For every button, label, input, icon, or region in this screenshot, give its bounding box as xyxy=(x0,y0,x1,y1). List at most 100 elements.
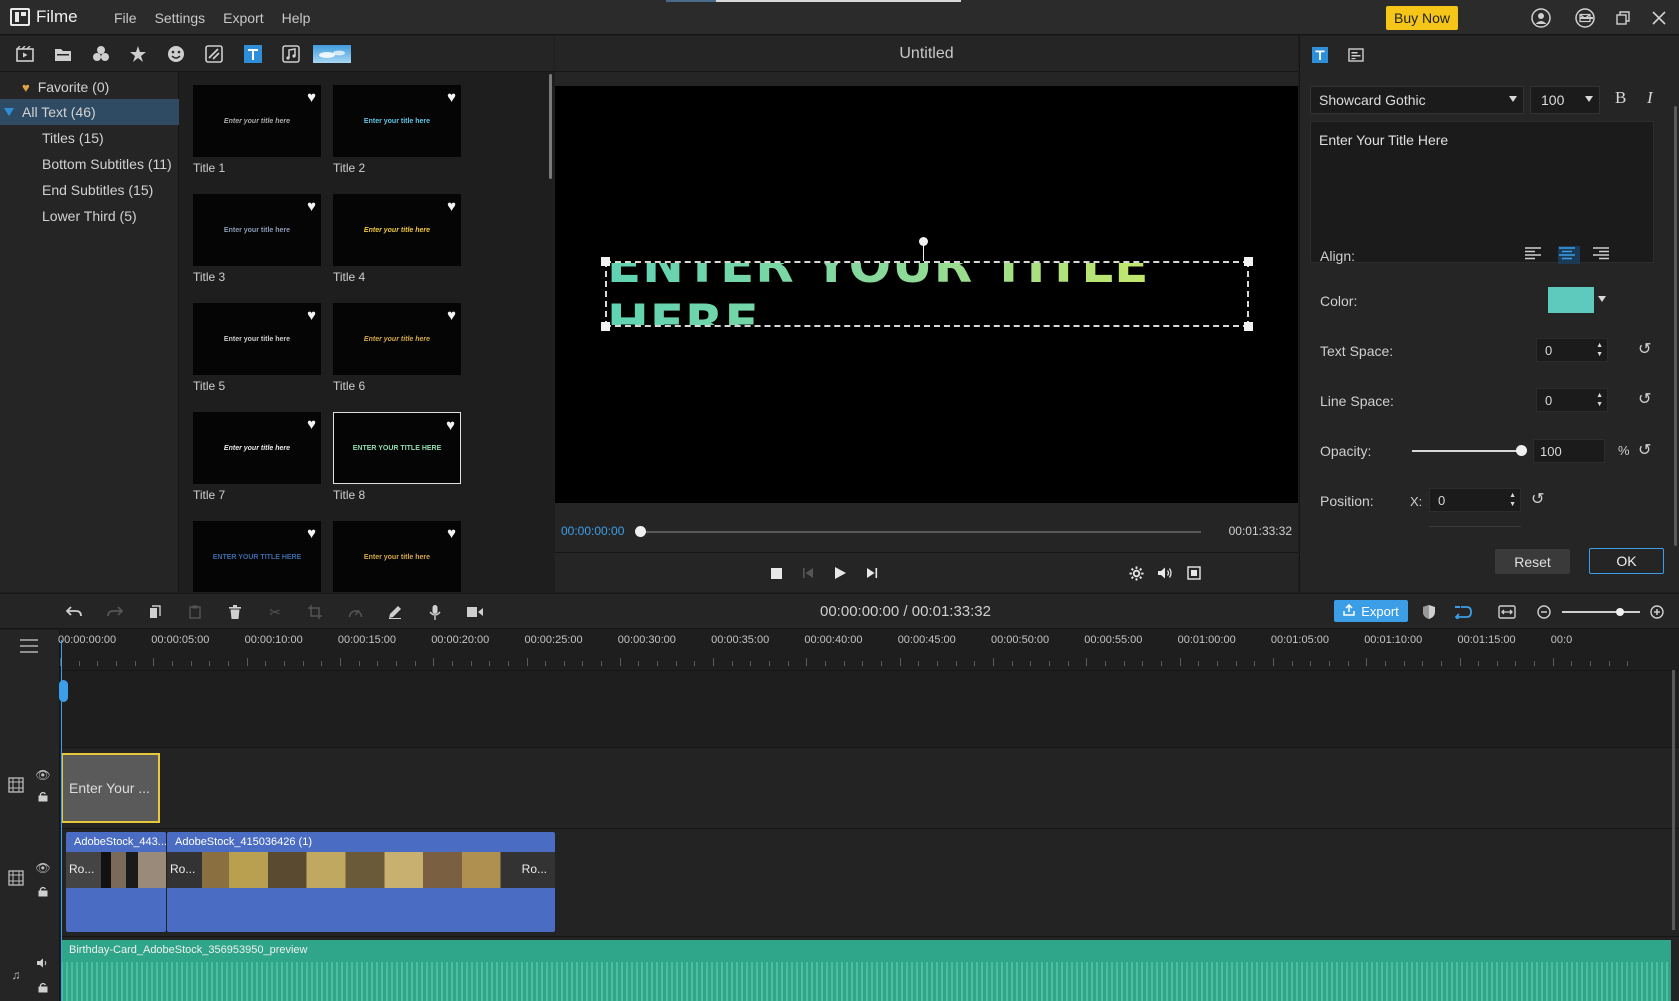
resize-handle-top-left[interactable] xyxy=(601,257,610,266)
stepper-arrows-icon[interactable]: ▲ ▼ xyxy=(1596,341,1603,359)
transition-tab-icon[interactable] xyxy=(203,44,225,64)
title-template-card[interactable]: Enter your title here ♥ Title 7 xyxy=(193,412,321,512)
speaker-icon[interactable] xyxy=(34,955,52,971)
template-thumbnail[interactable]: Enter your title here ♥ xyxy=(193,194,321,266)
text-space-input[interactable]: 0 ▲ ▼ xyxy=(1536,338,1608,362)
favorite-heart-icon[interactable]: ♥ xyxy=(447,307,456,324)
buy-now-button[interactable]: Buy Now xyxy=(1386,6,1458,30)
effects-tab-icon[interactable] xyxy=(90,44,112,64)
properties-scrollbar[interactable] xyxy=(1674,106,1677,546)
copy-icon[interactable] xyxy=(144,602,166,622)
template-thumbnail[interactable]: Enter your title here ♥ xyxy=(193,412,321,484)
favorite-heart-icon[interactable]: ♥ xyxy=(447,525,456,542)
font-family-select[interactable]: Showcard Gothic xyxy=(1310,86,1524,114)
align-center-icon[interactable] xyxy=(1558,246,1580,264)
filters-tab-icon[interactable] xyxy=(127,44,149,64)
animation-tab-icon[interactable] xyxy=(1346,46,1366,64)
canvas-title-text[interactable]: ENTER YOUR TITLE HERE xyxy=(607,236,1247,352)
scrubber-knob[interactable] xyxy=(635,526,646,537)
export-button[interactable]: Export xyxy=(1334,600,1408,622)
resize-handle-top-right[interactable] xyxy=(1244,257,1253,266)
zoom-slider-knob[interactable] xyxy=(1616,608,1624,616)
speed-icon[interactable] xyxy=(344,602,366,622)
favorite-heart-icon[interactable]: ♥ xyxy=(446,417,455,434)
opacity-slider-knob[interactable] xyxy=(1516,445,1527,456)
tree-item-bottom-subtitles[interactable]: Bottom Subtitles (11) xyxy=(0,151,179,177)
reset-position-icon[interactable]: ↺ xyxy=(1531,489,1544,509)
title-template-card[interactable]: Enter your title here ♥ Title 1 xyxy=(193,85,321,185)
time-ruler[interactable]: 00:00:00:00 00:00:05:00 00:00:10:00 00:00:1… xyxy=(58,630,1679,670)
account-icon[interactable] xyxy=(1530,7,1552,29)
bold-button[interactable]: B xyxy=(1615,88,1626,108)
template-thumbnail[interactable]: Enter your title here ♥ xyxy=(333,85,461,157)
folder-tab-icon[interactable] xyxy=(52,44,74,64)
lock-icon[interactable] xyxy=(34,788,52,804)
italic-button[interactable]: I xyxy=(1647,88,1653,108)
redo-icon[interactable] xyxy=(104,602,126,622)
stepper-arrows-icon[interactable]: ▲ ▼ xyxy=(1509,491,1516,509)
opacity-slider-track[interactable] xyxy=(1412,450,1522,452)
chevron-down-icon[interactable] xyxy=(1598,296,1606,302)
fit-timeline-icon[interactable] xyxy=(1496,602,1518,622)
reset-button[interactable]: Reset xyxy=(1495,549,1570,574)
favorite-heart-icon[interactable]: ♥ xyxy=(447,198,456,215)
zoom-out-icon[interactable] xyxy=(1533,602,1555,622)
paste-icon[interactable] xyxy=(184,602,206,622)
font-size-select[interactable]: 100 xyxy=(1530,86,1600,114)
close-window-button[interactable] xyxy=(1646,6,1672,30)
settings-gear-icon[interactable] xyxy=(1126,563,1146,583)
title-text-input[interactable]: Enter Your Title Here xyxy=(1310,121,1654,263)
lock-icon[interactable] xyxy=(34,979,52,995)
color-swatch[interactable] xyxy=(1548,287,1594,313)
menu-settings[interactable]: Settings xyxy=(155,10,206,26)
background-tab-icon[interactable] xyxy=(312,44,352,64)
volume-icon[interactable] xyxy=(1155,563,1175,583)
tree-item-favorite[interactable]: ♥ Favorite (0) xyxy=(0,74,179,100)
text-clip[interactable]: Enter Your ... xyxy=(61,753,160,823)
reset-text-space-icon[interactable]: ↺ xyxy=(1638,339,1651,359)
timeline-scrollbar[interactable] xyxy=(1672,670,1675,930)
restore-window-button[interactable] xyxy=(1610,6,1636,30)
template-thumbnail[interactable]: Enter your title here ♥ xyxy=(333,194,461,266)
zoom-in-icon[interactable] xyxy=(1646,602,1668,622)
title-template-card[interactable]: Enter your title here ♥ xyxy=(333,521,461,592)
template-thumbnail[interactable]: Enter your title here ♥ xyxy=(333,521,461,592)
title-template-card[interactable]: ENTER YOUR TITLE HERE ♥ xyxy=(193,521,321,592)
sticker-tab-icon[interactable] xyxy=(165,44,187,64)
favorite-heart-icon[interactable]: ♥ xyxy=(307,525,316,542)
library-scrollbar[interactable] xyxy=(549,74,552,179)
template-thumbnail[interactable]: Enter your title here ♥ xyxy=(193,303,321,375)
favorite-heart-icon[interactable]: ♥ xyxy=(307,89,316,106)
menu-file[interactable]: File xyxy=(114,10,137,26)
stop-icon[interactable] xyxy=(766,563,786,583)
reset-line-space-icon[interactable]: ↺ xyxy=(1638,389,1651,409)
template-thumbnail[interactable]: Enter your title here ♥ xyxy=(333,303,461,375)
microphone-icon[interactable] xyxy=(424,602,446,622)
playhead-handle[interactable] xyxy=(59,680,68,702)
template-thumbnail[interactable]: ENTER YOUR TITLE HERE ♥ xyxy=(333,412,461,484)
favorite-heart-icon[interactable]: ♥ xyxy=(447,89,456,106)
ok-button[interactable]: OK xyxy=(1589,548,1664,574)
tree-item-all-text[interactable]: All Text (46) xyxy=(0,99,179,125)
eye-icon[interactable]: 👁 xyxy=(34,860,52,876)
tree-item-end-subtitles[interactable]: End Subtitles (15) xyxy=(0,177,179,203)
preview-canvas[interactable]: ENTER YOUR TITLE HERE xyxy=(555,86,1298,503)
next-frame-icon[interactable] xyxy=(862,563,882,583)
title-template-card[interactable]: Enter your title here ♥ Title 6 xyxy=(333,303,461,403)
text-selection-box[interactable]: ENTER YOUR TITLE HERE xyxy=(601,236,1253,352)
previous-frame-icon[interactable] xyxy=(798,563,818,583)
scrubber-track[interactable] xyxy=(641,531,1201,533)
tree-item-lower-third[interactable]: Lower Third (5) xyxy=(0,203,179,229)
zoom-slider-track[interactable] xyxy=(1562,611,1640,613)
menu-export[interactable]: Export xyxy=(223,10,263,26)
template-thumbnail[interactable]: Enter your title here ♥ xyxy=(193,85,321,157)
title-template-card[interactable]: Enter your title here ♥ Title 5 xyxy=(193,303,321,403)
minimize-button[interactable] xyxy=(1573,6,1599,30)
text-tab-icon[interactable] xyxy=(242,44,264,64)
fullscreen-icon[interactable] xyxy=(1184,563,1204,583)
record-screen-icon[interactable] xyxy=(464,602,486,622)
shield-icon[interactable] xyxy=(1418,602,1440,622)
resize-handle-bottom-left[interactable] xyxy=(601,322,610,331)
music-tab-icon[interactable] xyxy=(280,44,302,64)
align-right-icon[interactable] xyxy=(1592,246,1614,264)
